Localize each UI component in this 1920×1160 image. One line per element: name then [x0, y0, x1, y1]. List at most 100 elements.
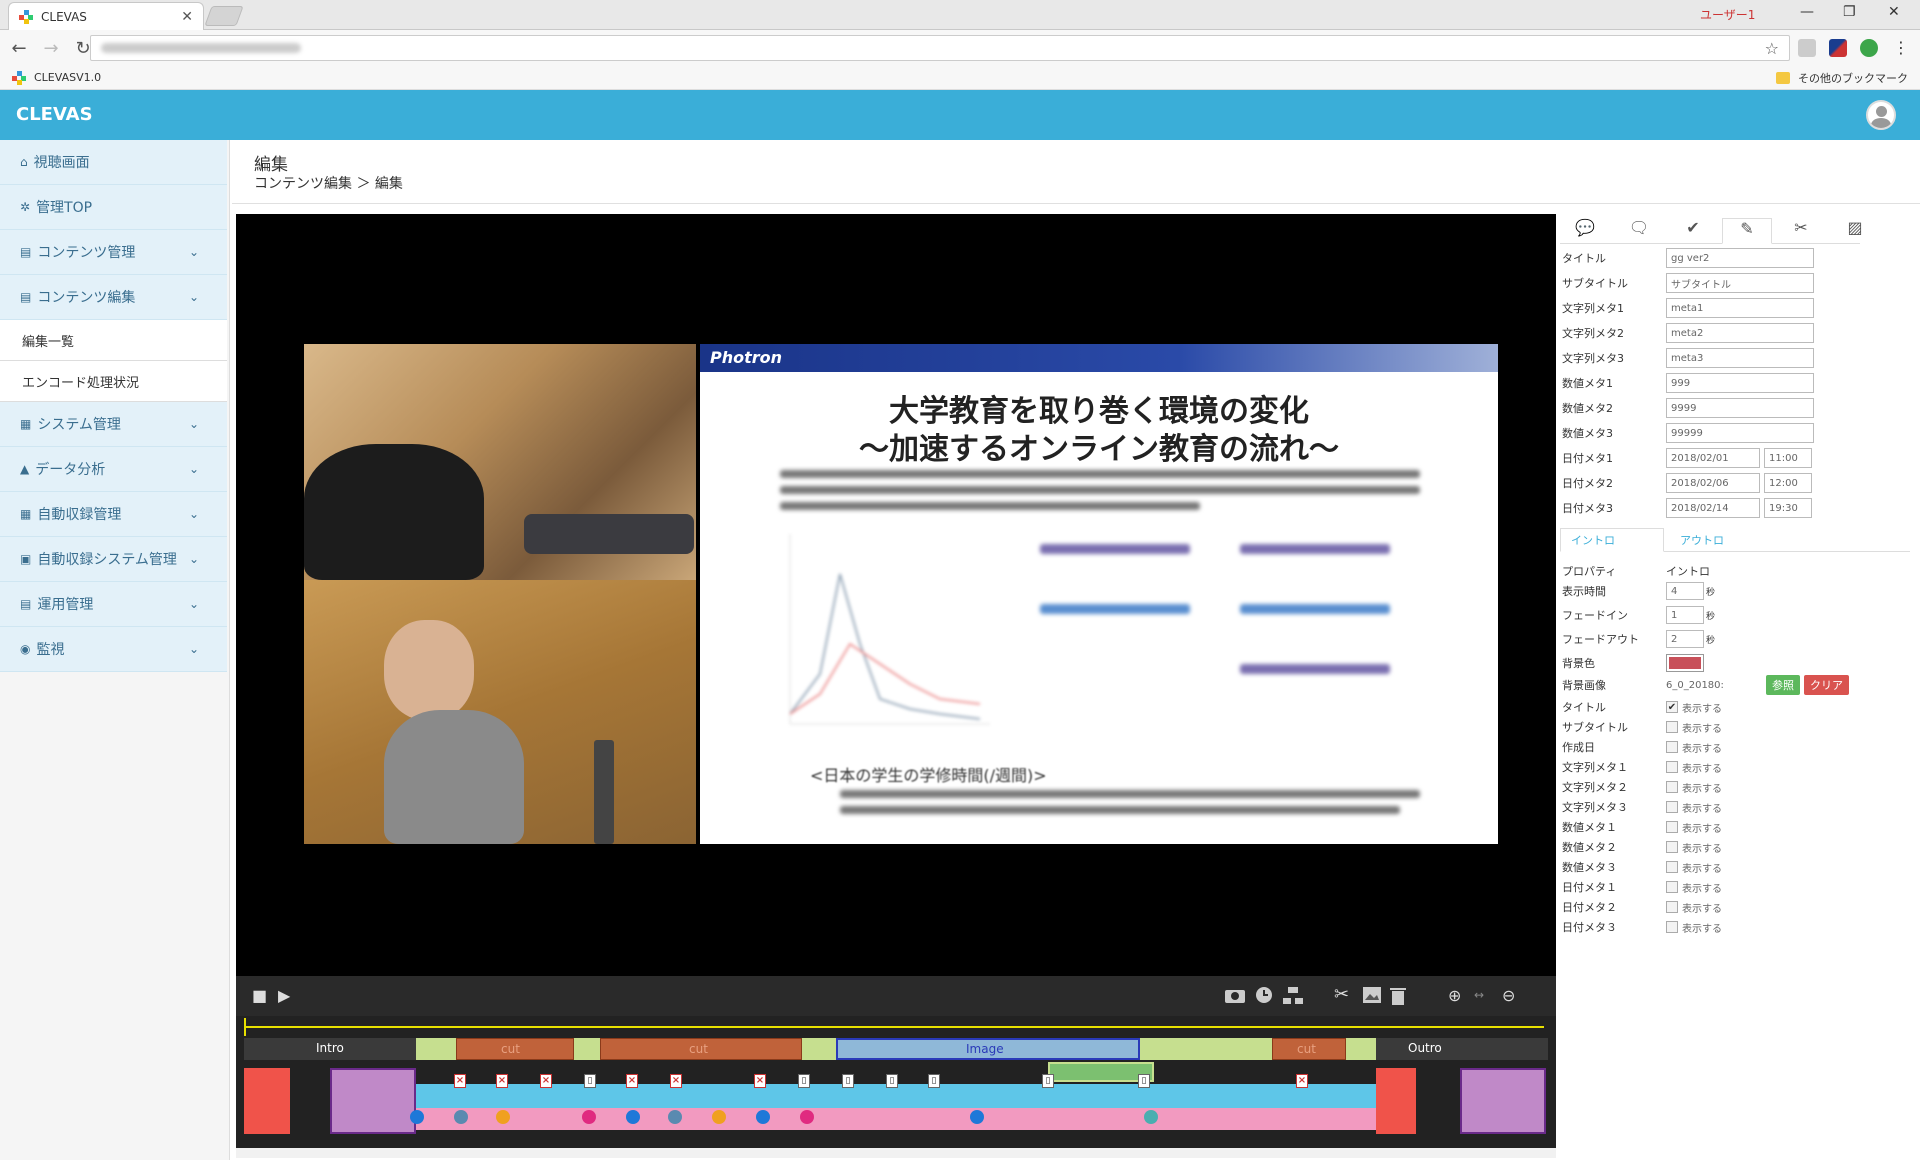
other-bookmarks[interactable]: その他のブックマーク — [1776, 70, 1908, 86]
bookmark-clevas[interactable]: CLEVASV1.0 — [12, 70, 101, 85]
sidebar-subitem-edit-list[interactable]: 編集一覧 — [0, 320, 227, 361]
show-meta2-checkbox[interactable] — [1666, 781, 1678, 793]
time1-input[interactable]: 11:00 — [1764, 448, 1812, 468]
trash-icon[interactable] — [1390, 986, 1406, 1006]
menu-icon[interactable]: ⋮ — [1892, 39, 1910, 57]
comment-bubble-icon[interactable]: ▯ — [928, 1074, 940, 1088]
image-icon[interactable] — [1362, 986, 1382, 1004]
timeline-marker[interactable] — [540, 1110, 554, 1124]
date2-input[interactable]: 2018/02/06 — [1666, 473, 1760, 493]
sidebar-item-view[interactable]: ⌂ 視聴画面 — [0, 140, 227, 185]
browse-button[interactable]: 参照 — [1766, 675, 1800, 695]
delete-comment-icon[interactable]: × — [1296, 1074, 1308, 1088]
timeline-marker[interactable] — [756, 1110, 770, 1124]
image-tab-icon[interactable]: ▨ — [1830, 218, 1880, 244]
meta2-input[interactable]: meta2 — [1666, 323, 1814, 343]
timeline-marker[interactable] — [496, 1110, 510, 1124]
scissors-icon[interactable]: ✂ — [1334, 984, 1349, 1005]
url-input[interactable]: ☆ — [90, 35, 1790, 61]
time2-input[interactable]: 12:00 — [1764, 473, 1812, 493]
display-time-input[interactable]: 4 — [1666, 582, 1704, 600]
comment-bubble-icon[interactable]: ▯ — [842, 1074, 854, 1088]
new-tab-button[interactable] — [204, 6, 244, 26]
image-segment[interactable]: Image — [836, 1038, 1140, 1060]
date3-input[interactable]: 2018/02/14 — [1666, 498, 1760, 518]
intro-fade-block[interactable] — [244, 1068, 290, 1134]
minimize-icon[interactable]: — — [1800, 4, 1814, 20]
timeline-marker[interactable] — [454, 1110, 468, 1124]
timeline-marker[interactable] — [410, 1110, 424, 1124]
extension-icon[interactable] — [1798, 39, 1816, 57]
forward-icon[interactable]: → — [38, 38, 64, 59]
comment-bubble-icon[interactable]: ▯ — [886, 1074, 898, 1088]
outro-fade-block[interactable] — [1376, 1068, 1416, 1134]
camera-icon[interactable] — [1224, 986, 1246, 1004]
show-num1-checkbox[interactable] — [1666, 821, 1678, 833]
delete-comment-icon[interactable]: × — [540, 1074, 552, 1088]
scissors-tab-icon[interactable]: ✂ — [1776, 218, 1826, 244]
flag-extension-icon[interactable] — [1829, 39, 1847, 57]
num1-input[interactable]: 999 — [1666, 373, 1814, 393]
tab-outro[interactable]: アウトロ — [1670, 528, 1734, 552]
zoom-out-icon[interactable]: ⊖ — [1502, 986, 1515, 1005]
sidebar-item-admin-top[interactable]: ✲ 管理TOP — [0, 185, 227, 230]
browser-tab[interactable]: CLEVAS ✕ — [8, 2, 204, 30]
sidebar-subitem-encode-status[interactable]: エンコード処理状況 — [0, 361, 227, 402]
delete-comment-icon[interactable]: × — [626, 1074, 638, 1088]
comment-bubble-icon[interactable]: ▯ — [1042, 1074, 1054, 1088]
meta1-input[interactable]: meta1 — [1666, 298, 1814, 318]
comment-bubble-icon[interactable]: ▯ — [1138, 1074, 1150, 1088]
sidebar-item-analytics[interactable]: ▲ データ分析 ⌄ — [0, 447, 227, 492]
delete-comment-icon[interactable]: × — [496, 1074, 508, 1088]
sidebar-item-auto-record[interactable]: ▦ 自動収録管理 ⌄ — [0, 492, 227, 537]
show-title-checkbox[interactable]: ✔ — [1666, 701, 1678, 713]
tab-close-icon[interactable]: ✕ — [181, 9, 193, 25]
show-num2-checkbox[interactable] — [1666, 841, 1678, 853]
avatar[interactable] — [1866, 100, 1896, 130]
clear-button[interactable]: クリア — [1804, 675, 1849, 695]
delete-comment-icon[interactable]: × — [454, 1074, 466, 1088]
clock-add-icon[interactable] — [1254, 986, 1274, 1004]
intro-block[interactable] — [330, 1068, 416, 1134]
show-num3-checkbox[interactable] — [1666, 861, 1678, 873]
horizontal-scrollbar[interactable] — [236, 1148, 1556, 1158]
zoom-in-icon[interactable]: ⊕ — [1448, 986, 1461, 1005]
show-date2-checkbox[interactable] — [1666, 901, 1678, 913]
edit-tab-icon[interactable]: ✎ — [1722, 218, 1772, 244]
bg-color-picker[interactable] — [1666, 654, 1704, 672]
sidebar-item-content-management[interactable]: ▤ コンテンツ管理 ⌄ — [0, 230, 227, 275]
video-player[interactable]: Photron 大学教育を取り巻く環境の変化 ～加速するオンライン教育の流れ～ … — [236, 214, 1556, 1016]
timeline-marker[interactable] — [970, 1110, 984, 1124]
title-input[interactable]: gg ver2 — [1666, 248, 1814, 268]
outro-block[interactable] — [1460, 1068, 1546, 1134]
profile-user-label[interactable]: ユーザー1 — [1700, 6, 1755, 23]
delete-comment-icon[interactable]: × — [670, 1074, 682, 1088]
fade-out-input[interactable]: 2 — [1666, 630, 1704, 648]
num2-input[interactable]: 9999 — [1666, 398, 1814, 418]
fade-in-input[interactable]: 1 — [1666, 606, 1704, 624]
sidebar-item-operations[interactable]: ▤ 運用管理 ⌄ — [0, 582, 227, 627]
cut-segment[interactable]: cut — [1272, 1038, 1346, 1060]
cut-segment[interactable]: cut — [456, 1038, 574, 1060]
cut-segment[interactable]: cut — [600, 1038, 802, 1060]
date1-input[interactable]: 2018/02/01 — [1666, 448, 1760, 468]
comment-bubble-icon[interactable]: ▯ — [798, 1074, 810, 1088]
maximize-icon[interactable]: ❐ — [1843, 4, 1856, 20]
sidebar-item-system[interactable]: ▦ システム管理 ⌄ — [0, 402, 227, 447]
meta3-input[interactable]: meta3 — [1666, 348, 1814, 368]
timeline-marker[interactable] — [712, 1110, 726, 1124]
timeline-marker[interactable] — [582, 1110, 596, 1124]
tab-intro[interactable]: イントロ — [1560, 528, 1664, 552]
sidebar-item-content-edit[interactable]: ▤ コンテンツ編集 ⌄ — [0, 275, 227, 320]
timeline-marker[interactable] — [668, 1110, 682, 1124]
num3-input[interactable]: 99999 — [1666, 423, 1814, 443]
sitemap-icon[interactable] — [1282, 986, 1304, 1006]
comments-tab-icon[interactable]: 🗨 — [1614, 218, 1664, 244]
bookmark-star-icon[interactable]: ☆ — [1765, 39, 1779, 58]
timeline-marker[interactable] — [800, 1110, 814, 1124]
green-extension-icon[interactable] — [1860, 39, 1878, 57]
show-date3-checkbox[interactable] — [1666, 921, 1678, 933]
show-created-checkbox[interactable] — [1666, 741, 1678, 753]
play-button[interactable]: ▶ — [278, 986, 290, 1005]
sidebar-item-monitoring[interactable]: ◉ 監視 ⌄ — [0, 627, 227, 672]
